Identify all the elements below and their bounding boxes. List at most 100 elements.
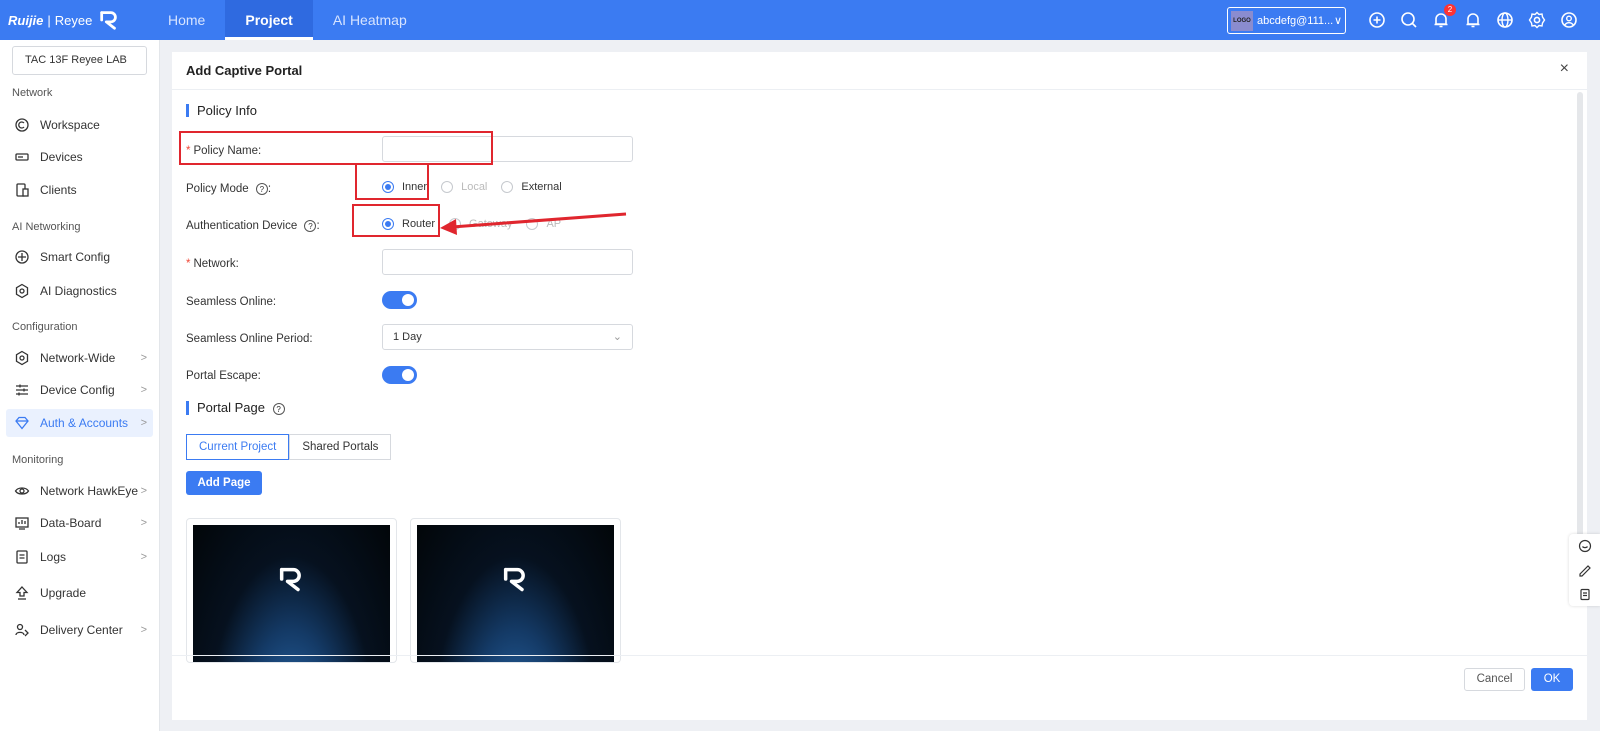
network-label-text: Network: (193, 258, 239, 270)
footer-divider (172, 655, 1587, 656)
globe-icon[interactable] (1494, 9, 1516, 31)
upgrade-icon (15, 586, 29, 600)
section-network: Network (12, 87, 53, 99)
sidebar-item-network-wide[interactable]: Network-Wide > (6, 344, 153, 372)
sidebar-item-auth-accounts[interactable]: Auth & Accounts > (6, 409, 153, 437)
nav-ai-heatmap[interactable]: AI Heatmap (313, 0, 427, 40)
user-icon[interactable] (1558, 9, 1580, 31)
sidebar-item-data-board[interactable]: Data-Board > (6, 509, 153, 537)
chevron-right-icon: > (140, 517, 147, 529)
add-page-button[interactable]: Add Page (186, 471, 262, 495)
chevron-right-icon: > (140, 624, 147, 636)
cancel-button[interactable]: Cancel (1464, 668, 1525, 691)
annotation-arrow-icon (440, 212, 627, 235)
right-margin (1587, 40, 1600, 731)
section-ai-networking: AI Networking (12, 221, 81, 233)
seamless-online-toggle[interactable] (382, 291, 417, 309)
delivery-center-icon (15, 623, 29, 637)
sidebar-item-workspace[interactable]: Workspace (6, 111, 153, 139)
brand-sub: Reyee (54, 12, 93, 28)
sidebar-item-label: Workspace (40, 118, 100, 132)
sidebar-item-label: Smart Config (40, 250, 111, 264)
sidebar-item-smart-config[interactable]: Smart Config (6, 243, 153, 271)
network-input[interactable] (382, 249, 633, 275)
help-icon[interactable]: ? (304, 220, 317, 232)
sidebar-item-label: Delivery Center (40, 623, 123, 637)
tab-shared-portals[interactable]: Shared Portals (289, 434, 392, 460)
scrollbar[interactable] (1577, 92, 1583, 552)
radio-local[interactable]: Local (441, 181, 487, 193)
sidebar-item-clients[interactable]: Clients (6, 176, 153, 204)
clipboard-icon[interactable] (1569, 582, 1600, 606)
annotation-box (179, 131, 493, 165)
sidebar-item-devices[interactable]: Devices (6, 143, 153, 171)
portal-tabs: Current Project Shared Portals (186, 434, 392, 460)
radio-label: External (521, 181, 562, 193)
policy-mode-colon: : (267, 183, 272, 196)
account-logo: LOGO (1231, 10, 1253, 31)
portal-thumbnail (417, 525, 614, 662)
reyee-r-icon (100, 11, 118, 30)
devices-icon (15, 153, 29, 161)
data-board-icon (15, 517, 29, 530)
help-icon[interactable]: ? (272, 402, 285, 415)
policy-mode-label-text: Policy Mode (186, 183, 249, 196)
radio-label: Local (461, 181, 488, 193)
portal-escape-toggle[interactable] (382, 366, 417, 384)
project-selector[interactable]: TAC 13F Reyee LAB (12, 46, 147, 75)
annotation-box (352, 204, 440, 237)
sidebar: TAC 13F Reyee LAB Network Workspace Devi… (0, 40, 160, 731)
account-selector[interactable]: LOGO abcdefg@111.... ∨ (1227, 7, 1346, 34)
search-icon[interactable] (1398, 9, 1420, 31)
chevron-right-icon: > (140, 417, 147, 429)
top-nav: Home Project AI Heatmap (148, 0, 427, 40)
seamless-period-label: Seamless Online Period: (186, 333, 313, 345)
section-portal-page: Portal Page ? (186, 401, 285, 415)
chat-icon[interactable] (1569, 534, 1600, 558)
nav-project[interactable]: Project (225, 0, 313, 40)
notification-bell-icon[interactable]: 2 (1430, 4, 1456, 31)
portal-page-title: Portal Page (197, 400, 265, 415)
clients-icon (16, 183, 29, 197)
required-mark: * (186, 258, 191, 270)
nav-home[interactable]: Home (148, 0, 225, 40)
sidebar-item-network-hawkeye[interactable]: Network HawkEye > (6, 477, 153, 505)
radio-external[interactable]: External (501, 181, 562, 193)
account-name: abcdefg@111.... (1257, 14, 1334, 27)
brand-logo[interactable]: Ruijie | Reyee (8, 9, 120, 31)
add-circle-icon[interactable] (1366, 9, 1388, 31)
auth-device-label: Authentication Device ?: (186, 220, 320, 232)
radio-dot (501, 181, 514, 193)
portal-page-card[interactable] (410, 518, 621, 663)
auth-accounts-icon (15, 416, 29, 430)
seamless-online-label: Seamless Online: (186, 296, 277, 308)
radio-dot (441, 181, 454, 193)
sidebar-item-label: Network HawkEye (40, 484, 139, 498)
sidebar-item-ai-diagnostics[interactable]: AI Diagnostics (6, 277, 153, 305)
sidebar-item-label: Network-Wide (40, 351, 116, 365)
help-icon[interactable]: ? (255, 183, 268, 195)
ok-button[interactable]: OK (1531, 668, 1573, 691)
annotation-box (355, 163, 429, 200)
chevron-down-icon: ∨ (1333, 15, 1342, 27)
policy-mode-label: Policy Mode ?: (186, 183, 271, 195)
network-wide-icon (15, 350, 29, 366)
sidebar-item-label: Data-Board (40, 516, 102, 530)
hawkeye-icon (14, 487, 30, 495)
sidebar-item-label: Logs (40, 550, 67, 564)
section-configuration: Configuration (12, 321, 78, 333)
close-icon[interactable]: × (1560, 60, 1569, 78)
gear-icon[interactable] (1526, 9, 1548, 31)
workspace-icon (15, 118, 29, 132)
alert-bell-icon[interactable] (1462, 9, 1484, 31)
sidebar-item-label: Upgrade (40, 586, 87, 600)
tab-current-project[interactable]: Current Project (186, 434, 290, 460)
feedback-icon[interactable] (1569, 558, 1600, 582)
sidebar-item-logs[interactable]: Logs > (6, 543, 153, 571)
seamless-period-select[interactable]: 1 Day ⌄ (382, 324, 633, 350)
sidebar-item-label: Auth & Accounts (40, 416, 129, 430)
sidebar-item-upgrade[interactable]: Upgrade (6, 579, 153, 607)
sidebar-item-delivery-center[interactable]: Delivery Center > (6, 616, 153, 644)
portal-page-card[interactable] (186, 518, 397, 663)
sidebar-item-device-config[interactable]: Device Config > (6, 376, 153, 404)
